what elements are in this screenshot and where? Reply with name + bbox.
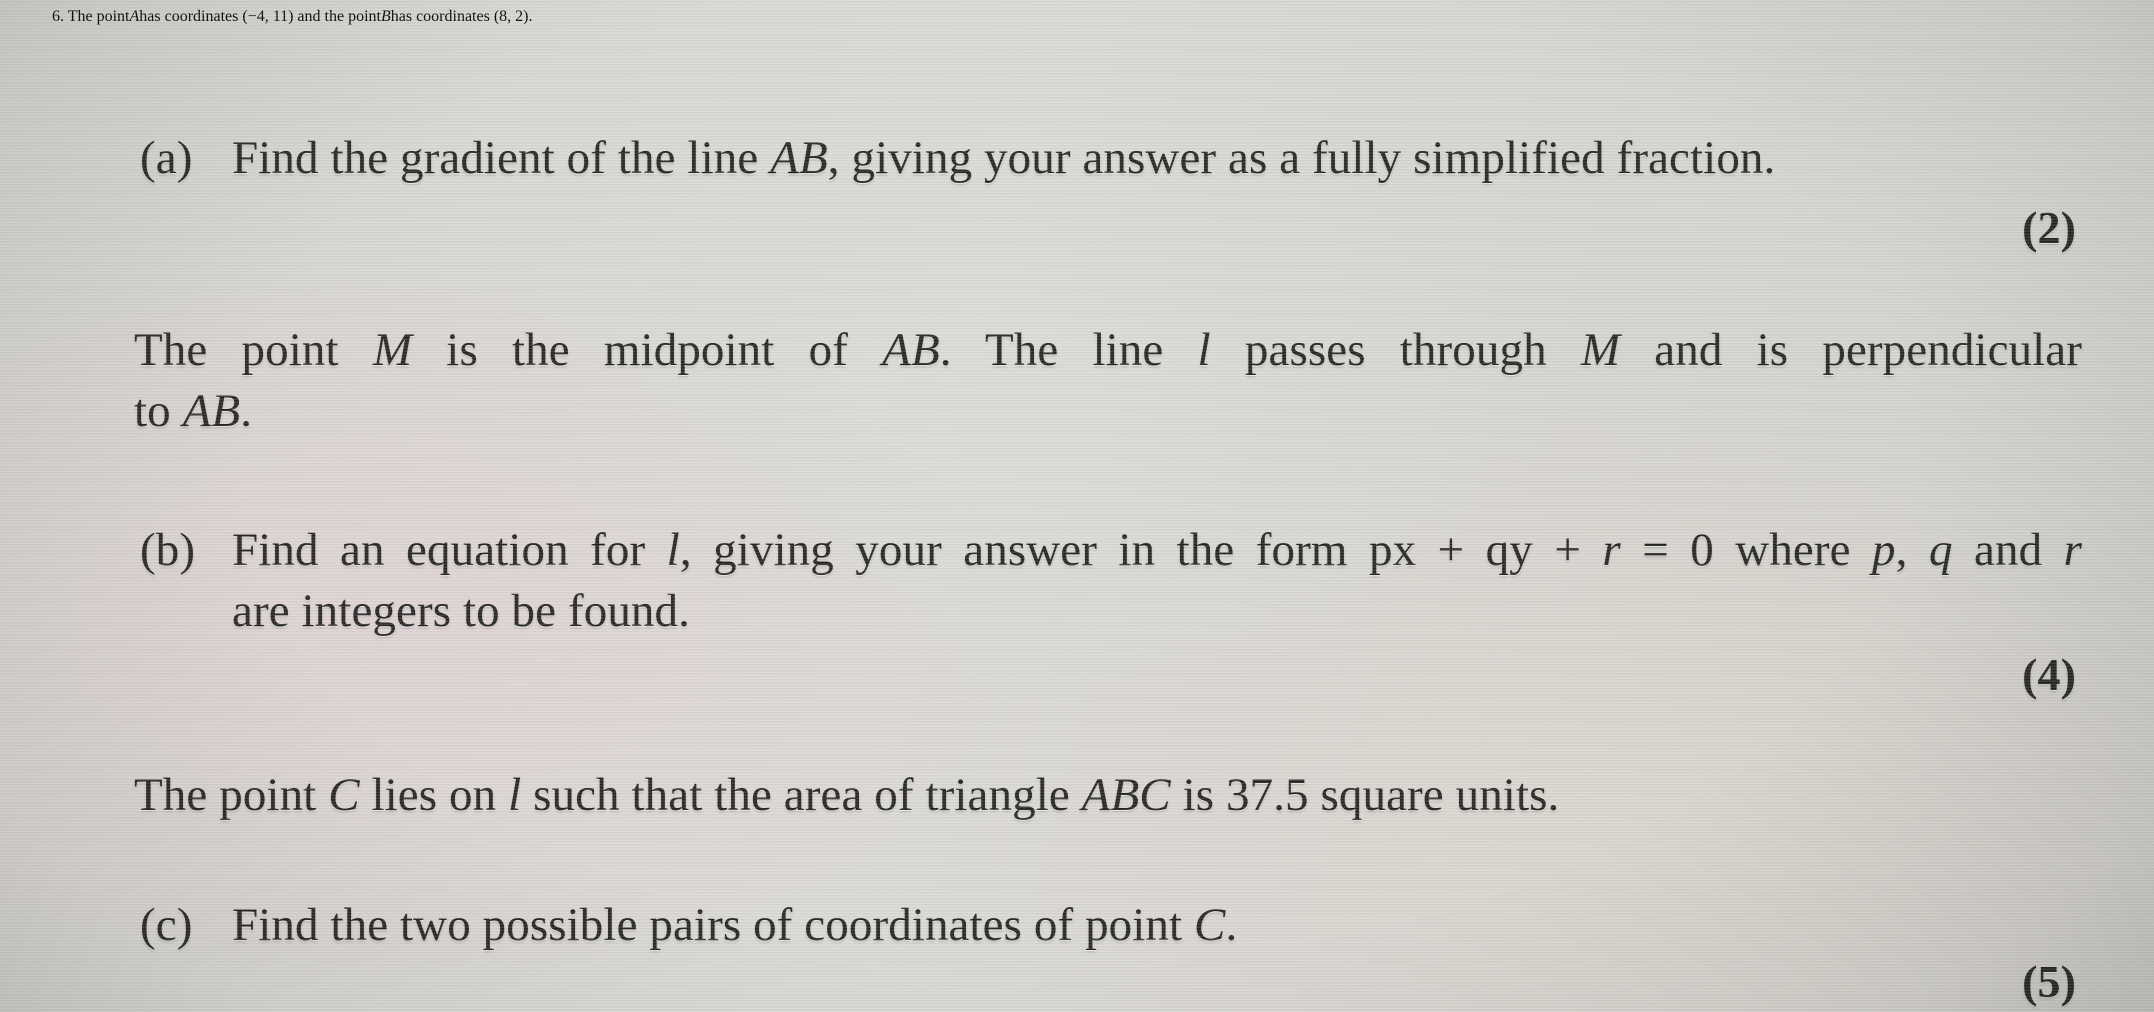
area-paragraph-row: The point C lies on l such that the area… — [134, 765, 2084, 826]
math-variable: B — [380, 8, 391, 25]
math-variable: l — [1197, 324, 1211, 376]
math-variable: ABC — [1081, 769, 1171, 821]
math-variable: q — [1928, 524, 1953, 576]
midpoint-paragraph: The point M is the midpoint of AB. The l… — [134, 320, 2082, 442]
midpoint-paragraph-line-1: The point M is the midpoint of AB. The l… — [134, 324, 2083, 376]
part-c-marks: (5) — [2022, 956, 2076, 1007]
math-variable: A — [129, 8, 140, 25]
area-paragraph-text: The point C lies on l such that the area… — [134, 769, 1560, 821]
part-a-marks: (2) — [2022, 202, 2076, 253]
part-b-text-line-2: are integers to be found. — [232, 585, 690, 638]
part-b-marks: (4) — [2022, 649, 2076, 700]
part-c-row: (c) Find the two possible pairs of coord… — [140, 895, 2090, 956]
math-variable: M — [1580, 324, 1621, 376]
math-variable: C — [328, 769, 360, 821]
math-variable: p — [1872, 524, 1896, 576]
math-variable: C — [1194, 899, 1226, 951]
part-b-text-line-1: Find an equation for l, giving your answ… — [232, 524, 2082, 576]
math-variable: l — [508, 769, 522, 821]
math-variable: AB — [770, 132, 828, 184]
part-b-label: (b) — [140, 524, 196, 576]
question-stem-row: 6. The point A has coordinates (−4, 11) … — [52, 8, 533, 25]
part-c-label: (c) — [140, 899, 193, 951]
part-b-row: (b) Find an equation for l, giving your … — [140, 520, 2090, 642]
math-variable: r — [1602, 524, 1621, 576]
part-a-row: (a) Find the gradient of the line AB, gi… — [140, 128, 2080, 189]
part-a-text: Find the gradient of the line AB, giving… — [232, 132, 1776, 184]
math-variable: AB — [882, 324, 940, 376]
photographed-exam-page: 6. The point A has coordinates (−4, 11) … — [0, 0, 2154, 1012]
part-c-text: Find the two possible pairs of coordinat… — [232, 899, 1238, 951]
math-variable: l — [666, 524, 680, 576]
math-variable: r — [2063, 524, 2082, 576]
midpoint-paragraph-line-2: to AB. — [134, 385, 253, 438]
math-variable: M — [372, 324, 413, 376]
math-variable: AB — [182, 385, 241, 438]
part-a-label: (a) — [140, 132, 193, 184]
